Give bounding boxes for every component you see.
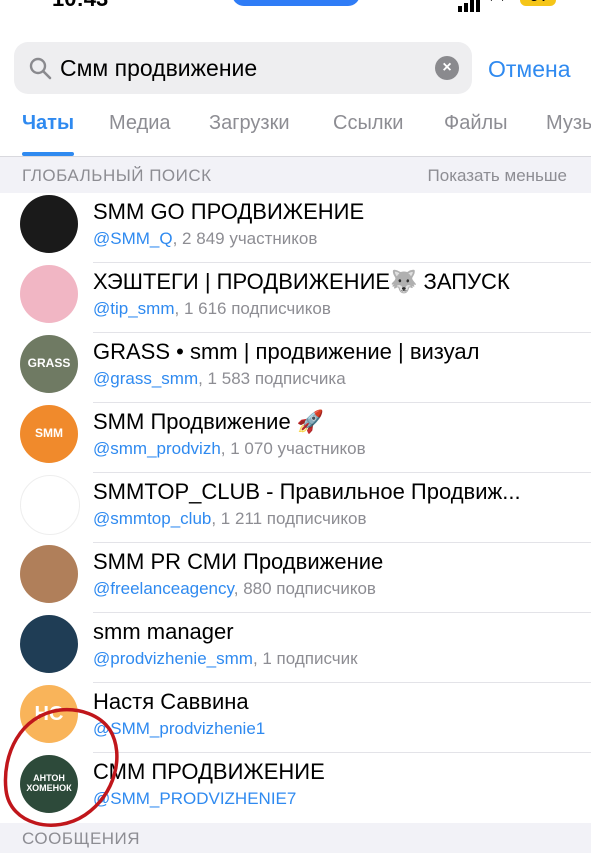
result-member-count: , 1 583 подписчика — [198, 369, 346, 388]
result-member-count: , 1 616 подписчиков — [174, 299, 331, 318]
result-title: SMM PR СМИ Продвижение — [93, 549, 384, 574]
search-result-row[interactable]: SMM SMM Продвижение 🚀 @smm_prodvizh, 1 070… — [0, 403, 591, 473]
result-member-count: , 1 211 подписчиков — [211, 509, 367, 528]
result-subtitle: @SMM_Q, 2 849 участников — [93, 229, 317, 249]
search-result-row[interactable]: SMM PR СМИ Продвижение @freelanceagency, … — [0, 543, 591, 613]
status-bar: 10:43 ◠ 54 — [0, 0, 591, 12]
avatar: АНТОН ХОМЕНОК — [20, 755, 78, 813]
messages-header: СООБЩЕНИЯ — [0, 823, 591, 853]
result-subtitle: @SMM_prodvizhenie1 — [93, 719, 265, 739]
dynamic-island — [232, 0, 360, 6]
avatar — [20, 475, 80, 535]
avatar — [20, 265, 78, 323]
section-title: СООБЩЕНИЯ — [22, 829, 141, 848]
result-username[interactable]: @SMM_PRODVIZHENIE7 — [93, 789, 296, 808]
result-title: SMM GO ПРОДВИЖЕНИЕ — [93, 199, 365, 224]
result-subtitle: @prodvizhenie_smm, 1 подписчик — [93, 649, 358, 669]
result-username[interactable]: @prodvizhenie_smm — [93, 649, 253, 668]
avatar — [20, 545, 78, 603]
avatar — [20, 615, 78, 673]
result-username[interactable]: @SMM_Q — [93, 229, 173, 248]
section-title: ГЛОБАЛЬНЫЙ ПОИСК — [22, 166, 212, 185]
result-title: smm manager — [93, 619, 234, 644]
tab-downloads[interactable]: Загрузки — [209, 112, 290, 135]
avatar: GRASS — [20, 335, 78, 393]
result-title: SMMTOP_CLUB - Правильное Продвиж... — [93, 479, 521, 504]
tab-music[interactable]: Музы — [546, 112, 591, 135]
tab-files[interactable]: Файлы — [444, 112, 508, 135]
result-title: GRASS • smm | продвижение | визуал — [93, 339, 480, 364]
result-title: СММ ПРОДВИЖЕНИЕ — [93, 759, 325, 784]
signal-icon — [458, 0, 482, 12]
avatar: SMM — [20, 405, 78, 463]
avatar: НС — [20, 685, 78, 743]
result-username[interactable]: @SMM_prodvizhenie1 — [93, 719, 265, 738]
active-tab-indicator — [22, 152, 74, 156]
avatar-label: GRASS — [27, 356, 71, 371]
result-username[interactable]: @grass_smm — [93, 369, 198, 388]
result-subtitle: @smm_prodvizh, 1 070 участников — [93, 439, 366, 459]
battery-icon: 54 — [520, 0, 556, 6]
result-title: Настя Саввина — [93, 689, 249, 714]
clear-icon[interactable]: × — [435, 56, 459, 80]
result-username[interactable]: @smm_prodvizh — [93, 439, 221, 458]
search-icon — [29, 57, 52, 80]
search-tabs: Чаты Медиа Загрузки Ссылки Файлы Музы — [0, 108, 591, 157]
global-search-header: ГЛОБАЛЬНЫЙ ПОИСК Показать меньше — [0, 157, 591, 193]
result-member-count: , 1 070 участников — [220, 439, 366, 458]
search-result-row[interactable]: АНТОН ХОМЕНОК СММ ПРОДВИЖЕНИЕ @SMM_PRODVIZ… — [0, 753, 591, 823]
status-time: 10:43 — [52, 0, 108, 12]
result-member-count: , 880 подписчиков — [233, 579, 376, 598]
cancel-button[interactable]: Отмена — [488, 56, 571, 83]
result-subtitle: @tip_smm, 1 616 подписчиков — [93, 299, 331, 319]
avatar-label: НС — [34, 703, 64, 725]
result-subtitle: @grass_smm, 1 583 подписчика — [93, 369, 346, 389]
avatar-label: АНТОН ХОМЕНОК — [26, 773, 72, 793]
result-member-count: , 2 849 участников — [172, 229, 318, 248]
result-title: ХЭШТЕГИ | ПРОДВИЖЕНИЕ🐺 ЗАПУСК — [93, 269, 510, 294]
search-result-row[interactable]: SMMTOP_CLUB - Правильное Продвиж... @smmt… — [0, 473, 591, 543]
search-result-row[interactable]: smm manager @prodvizhenie_smm, 1 подписчи… — [0, 613, 591, 683]
search-bar: Смм продвижение × Отмена — [14, 42, 591, 94]
result-title: SMM Продвижение 🚀 — [93, 409, 325, 434]
tab-links[interactable]: Ссылки — [333, 112, 403, 135]
avatar-label: SMM — [35, 426, 63, 441]
show-less-button[interactable]: Показать меньше — [428, 166, 567, 186]
tab-chats[interactable]: Чаты — [22, 112, 74, 135]
result-username[interactable]: @tip_smm — [93, 299, 175, 318]
search-result-row[interactable]: ХЭШТЕГИ | ПРОДВИЖЕНИЕ🐺 ЗАПУСК @tip_smm, 1… — [0, 263, 591, 333]
search-result-row[interactable]: GRASS GRASS • smm | продвижение | визуал @… — [0, 333, 591, 403]
result-subtitle: @smmtop_club, 1 211 подписчиков — [93, 509, 367, 529]
search-input[interactable]: Смм продвижение × — [14, 42, 472, 94]
result-member-count: , 1 подписчик — [252, 649, 358, 668]
avatar — [20, 195, 78, 253]
result-username[interactable]: @freelanceagency — [93, 579, 234, 598]
results-list: SMM GO ПРОДВИЖЕНИЕ @SMM_Q, 2 849 участник… — [0, 193, 591, 823]
wifi-icon: ◠ — [490, 0, 504, 9]
search-result-row[interactable]: НС Настя Саввина @SMM_prodvizhenie1 — [0, 683, 591, 753]
tab-media[interactable]: Медиа — [109, 112, 171, 135]
result-subtitle: @freelanceagency, 880 подписчиков — [93, 579, 376, 599]
search-result-row[interactable]: SMM GO ПРОДВИЖЕНИЕ @SMM_Q, 2 849 участник… — [0, 193, 591, 263]
result-username[interactable]: @smmtop_club — [93, 509, 211, 528]
search-query: Смм продвижение — [60, 55, 258, 81]
result-subtitle: @SMM_PRODVIZHENIE7 — [93, 789, 296, 809]
